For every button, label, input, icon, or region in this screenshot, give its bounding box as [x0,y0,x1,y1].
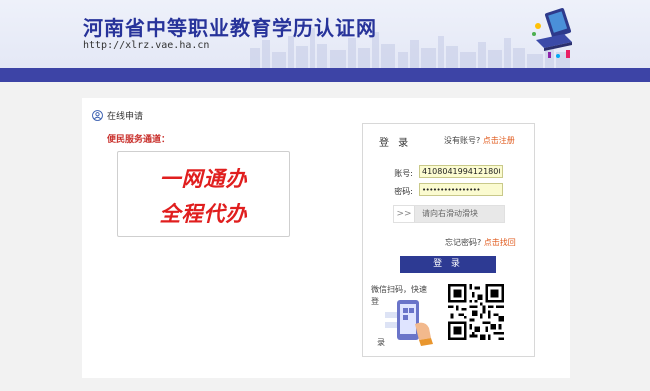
forgot-password-prompt: 忘记密码? 点击找回 [445,237,516,248]
login-box: 登 录 没有账号? 点击注册 账号: 密码: >> 请向右滑动滑块 忘记密码? … [362,123,535,357]
site-title: 河南省中等职业教育学历认证网 [83,16,377,40]
login-button[interactable]: 登 录 [400,256,496,273]
forgot-text: 忘记密码? [445,238,482,247]
password-input[interactable] [419,183,503,196]
password-label: 密码: [394,187,413,196]
site-url: http://xlrz.vae.ha.cn [83,40,210,51]
online-apply-label: 在线申请 [107,112,144,122]
service-channel-label: 便民服务通道： [107,135,171,145]
login-title: 登 录 [379,138,412,149]
account-label: 账号: [394,169,413,178]
site-header: 河南省中等职业教育学历认证网 http://xlrz.vae.ha.cn [0,0,650,68]
nav-bar [0,68,650,82]
no-account-text: 没有账号? [444,136,481,145]
computer-illustration-icon [532,8,572,58]
slide-verify[interactable]: >> 请向右滑动滑块 [393,205,505,223]
account-input[interactable] [419,165,503,178]
phone-scan-icon [385,300,433,346]
slider-handle[interactable]: >> [394,206,415,222]
slogan-banner[interactable]: 一网通办 全程代办 [117,151,290,237]
user-icon [92,110,103,121]
register-prompt: 没有账号? 点击注册 [444,135,515,146]
online-apply-heading: 在线申请 [92,109,143,122]
register-link[interactable]: 点击注册 [483,136,515,145]
qr-code-icon[interactable] [448,284,504,340]
slogan-line-1: 一网通办 [159,167,248,191]
wechat-login-text-tail: 录 [377,338,385,347]
slogan-line-2: 全程代办 [159,202,248,226]
forgot-password-link[interactable]: 点击找回 [484,238,516,247]
slider-hint: 请向右滑动滑块 [422,209,478,218]
